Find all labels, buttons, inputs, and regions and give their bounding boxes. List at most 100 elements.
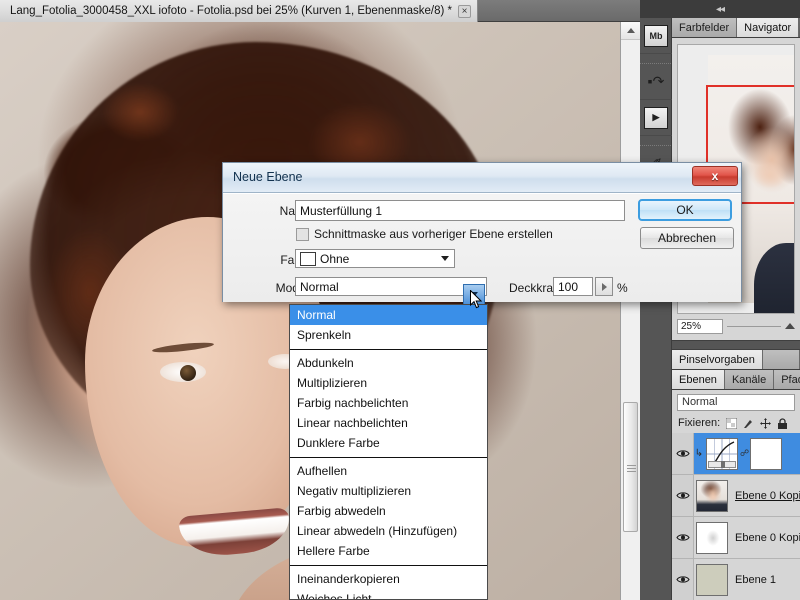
- layer-thumbnail[interactable]: [696, 521, 728, 554]
- navigator-zoom-slider[interactable]: [727, 321, 781, 331]
- new-layer-dialog: Neue Ebene x Name: Musterfüllung 1 Schni…: [222, 162, 742, 302]
- menu-item-normal[interactable]: Normal: [290, 305, 487, 325]
- menu-divider: [290, 565, 487, 566]
- actions-tool-icon: ▪↷: [647, 73, 665, 89]
- layer-blend-mode-row: Normal: [672, 390, 800, 414]
- layer-thumbnail-curves[interactable]: [706, 437, 738, 470]
- layers-panel-tabs: Ebenen Kanäle Pfade: [672, 370, 800, 390]
- scroll-up-icon[interactable]: [621, 22, 640, 40]
- menu-item-ineinanderkopieren[interactable]: Ineinanderkopieren: [290, 569, 487, 589]
- color-swatch-icon: [300, 251, 316, 266]
- zoom-in-icon[interactable]: [785, 323, 795, 329]
- opacity-unit: %: [617, 281, 628, 295]
- brush-panel-tabs: Pinselvorgaben: [672, 350, 800, 370]
- layer-mask-thumbnail[interactable]: [750, 437, 782, 470]
- layer-thumbnail[interactable]: [696, 563, 728, 596]
- layer-visibility-toggle[interactable]: [672, 559, 694, 600]
- layer-name: Ebene 1: [735, 573, 776, 586]
- clipping-mask-checkbox[interactable]: [296, 228, 309, 241]
- table-row[interactable]: ↳ ☍: [672, 433, 800, 475]
- document-tab-bar: Lang_Fotolia_3000458_XXL iofoto - Fotoli…: [0, 0, 640, 22]
- menu-item-linear-nachbelichten[interactable]: Linear nachbelichten: [290, 413, 487, 433]
- all-lock-icon[interactable]: [777, 417, 788, 429]
- lock-label: Fixieren:: [678, 417, 721, 429]
- image-pupil-left: [180, 365, 196, 381]
- menu-item-linear-abwedeln[interactable]: Linear abwedeln (Hinzufügen): [290, 521, 487, 541]
- checker-lock-icon[interactable]: [726, 417, 738, 429]
- tab-pinselvorgaben[interactable]: Pinselvorgaben: [672, 350, 763, 369]
- canvas-vertical-scrollbar[interactable]: [620, 22, 640, 600]
- opacity-input[interactable]: 100: [553, 277, 593, 296]
- menu-item-negativ-multiplizieren[interactable]: Negativ multiplizieren: [290, 481, 487, 501]
- dialog-close-button[interactable]: x: [692, 166, 738, 186]
- tab-ebenen[interactable]: Ebenen: [672, 370, 725, 389]
- photoshop-window: Lang_Fotolia_3000458_XXL iofoto - Fotoli…: [0, 0, 800, 600]
- scrollbar-grip-icon: [627, 465, 636, 466]
- collapse-panels-icon[interactable]: ◂◂: [716, 4, 725, 15]
- dialog-title-bar[interactable]: Neue Ebene x: [223, 163, 741, 193]
- layer-color-select[interactable]: Ohne: [295, 249, 455, 268]
- tab-brush-extra[interactable]: [762, 350, 800, 369]
- menu-item-farbig-abwedeln[interactable]: Farbig abwedeln: [290, 501, 487, 521]
- ok-button[interactable]: OK: [638, 199, 732, 221]
- eye-icon: [675, 576, 690, 583]
- document-tab-title: Lang_Fotolia_3000458_XXL iofoto - Fotoli…: [10, 5, 452, 17]
- menu-item-multiplizieren[interactable]: Multiplizieren: [290, 373, 487, 393]
- blend-mode-value: Normal: [300, 279, 339, 294]
- chevron-down-icon[interactable]: [436, 250, 454, 267]
- menu-item-aufhellen[interactable]: Aufhellen: [290, 461, 487, 481]
- document-tab[interactable]: Lang_Fotolia_3000458_XXL iofoto - Fotoli…: [0, 0, 478, 22]
- menu-item-dunklere-farbe[interactable]: Dunklere Farbe: [290, 433, 487, 453]
- rail-item-play[interactable]: ▶: [640, 100, 672, 136]
- clipping-indicator-icon: ↳: [694, 448, 704, 459]
- panel-icon-rail: Mb ▪↷ ▶ ✐: [640, 18, 672, 600]
- menu-item-weiches-licht[interactable]: Weiches Licht: [290, 589, 487, 599]
- eye-icon: [675, 534, 690, 541]
- table-row[interactable]: Ebene 1: [672, 559, 800, 600]
- blend-mode-select[interactable]: Normal: [295, 277, 487, 296]
- layer-visibility-toggle[interactable]: [672, 433, 694, 474]
- layer-blend-mode-select[interactable]: Normal: [677, 394, 795, 411]
- layer-color-value: Ohne: [320, 251, 350, 266]
- layer-visibility-toggle[interactable]: [672, 517, 694, 558]
- tab-navigator[interactable]: Navigator: [737, 18, 800, 37]
- blend-mode-dropdown-list[interactable]: Normal Sprenkeln Abdunkeln Multipliziere…: [289, 304, 488, 600]
- scrollbar-thumb[interactable]: [623, 402, 638, 532]
- tab-pfade[interactable]: Pfade: [774, 370, 800, 389]
- mouse-cursor-icon: [470, 290, 482, 309]
- layer-adjustment-slider[interactable]: [708, 460, 736, 468]
- layer-visibility-toggle[interactable]: [672, 475, 694, 516]
- layer-name-input[interactable]: Musterfüllung 1: [295, 200, 625, 221]
- navigator-thumbnail-torso: [754, 243, 794, 313]
- menu-item-abdunkeln[interactable]: Abdunkeln: [290, 353, 487, 373]
- layer-thumbnail[interactable]: [696, 479, 728, 512]
- rail-divider: [640, 54, 671, 64]
- play-tool-icon: ▶: [644, 106, 668, 129]
- menu-item-sprenkeln[interactable]: Sprenkeln: [290, 325, 487, 345]
- layer-name: Ebene 0 Kopi: [735, 531, 800, 544]
- eye-icon: [675, 450, 690, 457]
- brush-lock-icon[interactable]: [743, 418, 754, 429]
- dialog-title: Neue Ebene: [233, 170, 303, 184]
- table-row[interactable]: Ebene 0 Kopi: [672, 517, 800, 559]
- navigator-footer: 25%: [677, 316, 795, 336]
- menu-item-farbig-nachbelichten[interactable]: Farbig nachbelichten: [290, 393, 487, 413]
- mask-link-icon[interactable]: ☍: [740, 448, 749, 459]
- opacity-stepper[interactable]: [595, 277, 613, 296]
- table-row[interactable]: Ebene 0 Kopi: [672, 475, 800, 517]
- menu-divider: [290, 349, 487, 350]
- navigator-panel-tabs: Farbfelder Navigator: [672, 18, 800, 38]
- menu-item-hellere-farbe[interactable]: Hellere Farbe: [290, 541, 487, 561]
- tab-farbfelder[interactable]: Farbfelder: [672, 18, 738, 37]
- tab-kanaele[interactable]: Kanäle: [724, 370, 775, 389]
- image-mouth: [178, 507, 292, 559]
- rail-divider-2: [640, 136, 671, 146]
- navigator-zoom-field[interactable]: 25%: [677, 318, 723, 334]
- panel-divider: [672, 340, 800, 350]
- cancel-button[interactable]: Abbrechen: [640, 227, 734, 249]
- move-lock-icon[interactable]: [760, 417, 772, 429]
- close-icon[interactable]: ×: [457, 4, 471, 18]
- dock-collapse-bar[interactable]: ◂◂: [640, 0, 800, 18]
- rail-item-measure[interactable]: Mb: [640, 18, 672, 54]
- rail-item-actions[interactable]: ▪↷: [640, 64, 672, 100]
